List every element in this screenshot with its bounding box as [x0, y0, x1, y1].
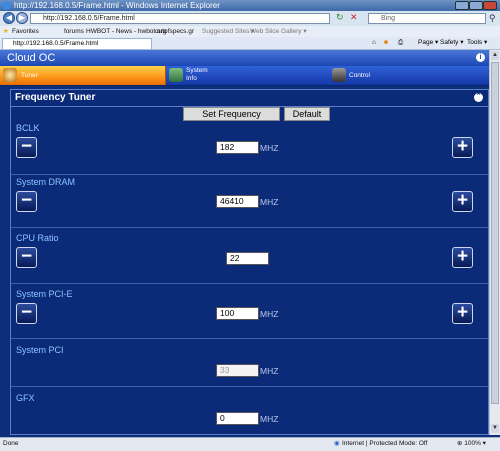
- feeds-icon[interactable]: ■: [384, 37, 388, 49]
- decrease-button[interactable]: −: [16, 247, 37, 268]
- row-label: CPU Ratio: [16, 233, 59, 243]
- unit-label: MHZ: [260, 197, 279, 207]
- info-icon[interactable]: i: [476, 53, 485, 62]
- bclk-value-field[interactable]: 182: [216, 141, 259, 154]
- tab-system-info[interactable]: System Info: [167, 66, 331, 85]
- increase-button[interactable]: +: [452, 191, 473, 212]
- home-icon[interactable]: ⌂: [372, 37, 376, 49]
- search-input[interactable]: Bing: [368, 13, 486, 24]
- favorites-star-icon: ★: [3, 28, 9, 35]
- safety-menu[interactable]: Safety ▾: [440, 37, 464, 49]
- cpu-ratio-value-field[interactable]: 22: [226, 252, 269, 265]
- tools-menu[interactable]: Tools ▾: [467, 37, 487, 49]
- zoom-level[interactable]: ⊕ 100% ▾: [457, 438, 486, 450]
- vertical-scrollbar[interactable]: ▲ ▼: [489, 50, 500, 435]
- panel-header: Frequency Tuner ⌃: [11, 90, 488, 107]
- app-header: Cloud OC i: [0, 50, 489, 66]
- bclk-row: BCLK − 182 MHZ +: [11, 122, 488, 175]
- control-icon: [332, 68, 346, 82]
- favorite-link[interactable]: forums: [64, 26, 84, 37]
- back-button[interactable]: ◀: [3, 12, 15, 24]
- gfx-row: GFX 0 MHZ: [11, 387, 488, 434]
- tuner-icon: [3, 68, 17, 82]
- print-icon[interactable]: ⎙: [398, 37, 403, 49]
- window-title: http://192.168.0.5/Frame.html - Windows …: [14, 1, 220, 10]
- collapse-icon[interactable]: ⌃: [474, 93, 483, 102]
- forward-button[interactable]: ▶: [16, 12, 28, 24]
- favorites-button[interactable]: Favorites: [12, 26, 39, 37]
- tab-control-label: Control: [349, 72, 370, 79]
- tab-tuner[interactable]: Tuner: [0, 66, 166, 85]
- decrease-button[interactable]: −: [16, 303, 37, 324]
- search-icon[interactable]: ⚲: [489, 13, 496, 23]
- refresh-icon[interactable]: ↻: [336, 13, 345, 22]
- decrease-button[interactable]: −: [16, 191, 37, 212]
- maximize-button[interactable]: [469, 1, 483, 10]
- close-button[interactable]: [483, 1, 497, 10]
- unit-label: MHZ: [260, 309, 279, 319]
- scroll-down-icon[interactable]: ▼: [491, 424, 499, 433]
- page-content: Cloud OC i Tuner System Info Control Fre…: [0, 50, 489, 435]
- unit-label: MHZ: [260, 366, 279, 376]
- frequency-tuner-panel: Frequency Tuner ⌃ Set Frequency Default …: [10, 89, 489, 435]
- row-label: BCLK: [16, 123, 40, 133]
- search-placeholder: Bing: [381, 15, 396, 22]
- tab-label: http://192.168.0.5/Frame.html: [13, 40, 99, 47]
- favorite-link[interactable]: Suggested Sites ▾: [202, 26, 254, 37]
- minimize-button[interactable]: [455, 1, 469, 10]
- page-menu[interactable]: Page ▾: [418, 37, 438, 49]
- scroll-up-icon[interactable]: ▲: [491, 51, 499, 60]
- tab-row: http://192.168.0.5/Frame.html ⌂ ■ ⎙ Page…: [0, 37, 500, 50]
- panel-title: Frequency Tuner: [15, 92, 96, 103]
- globe-icon: ◉: [334, 440, 340, 447]
- row-label: System DRAM: [16, 177, 76, 187]
- system-pci-value-field: 33: [216, 364, 259, 377]
- tab-tuner-label: Tuner: [21, 72, 38, 79]
- increase-button[interactable]: +: [452, 137, 473, 158]
- decrease-button[interactable]: −: [16, 137, 37, 158]
- row-label: GFX: [16, 393, 35, 403]
- system-pcie-value-field[interactable]: 100: [216, 307, 259, 320]
- address-input[interactable]: http://192.168.0.5/Frame.html: [30, 13, 330, 24]
- system-info-icon: [169, 68, 183, 82]
- browser-tab[interactable]: http://192.168.0.5/Frame.html: [2, 38, 152, 49]
- favorite-link[interactable]: outofspecs.gr: [155, 26, 194, 37]
- system-pci-row: System PCI 33 MHZ: [11, 339, 488, 387]
- tab-control[interactable]: Control: [331, 66, 489, 85]
- scroll-thumb[interactable]: [491, 62, 499, 404]
- increase-button[interactable]: +: [452, 247, 473, 268]
- system-dram-value-field[interactable]: 46410: [216, 195, 259, 208]
- app-menu: Tuner System Info Control: [0, 66, 489, 86]
- app-title: Cloud OC: [7, 52, 56, 64]
- system-dram-row: System DRAM − 46410 MHZ +: [11, 175, 488, 228]
- unit-label: MHZ: [260, 414, 279, 424]
- favorites-bar: ★ Favorites forums HWBOT - News - hwbot.…: [0, 26, 500, 37]
- window-title-bar: http://192.168.0.5/Frame.html - Windows …: [0, 0, 500, 11]
- stop-icon[interactable]: ✕: [350, 13, 359, 22]
- gfx-value-field[interactable]: 0: [216, 412, 259, 425]
- url-text: http://192.168.0.5/Frame.html: [43, 15, 135, 22]
- cpu-ratio-row: CPU Ratio − 22 +: [11, 228, 488, 284]
- row-label: System PCI-E: [16, 289, 73, 299]
- security-zone: Internet | Protected Mode: Off: [342, 440, 428, 447]
- unit-label: MHZ: [260, 143, 279, 153]
- tab-system-info-label: System Info: [186, 67, 208, 82]
- status-bar: Done ◉ Internet | Protected Mode: Off ⊕ …: [0, 437, 500, 451]
- increase-button[interactable]: +: [452, 303, 473, 324]
- set-frequency-button[interactable]: Set Frequency: [183, 107, 280, 121]
- system-pcie-row: System PCI-E − 100 MHZ +: [11, 284, 488, 339]
- favorite-link[interactable]: Web Slice Gallery ▾: [250, 26, 307, 37]
- row-label: System PCI: [16, 345, 64, 355]
- ie-logo-icon: [2, 1, 11, 10]
- status-text: Done: [3, 440, 19, 447]
- address-toolbar: ◀ ▶ http://192.168.0.5/Frame.html ↻ ✕ Bi…: [0, 11, 500, 26]
- default-button[interactable]: Default: [284, 107, 330, 121]
